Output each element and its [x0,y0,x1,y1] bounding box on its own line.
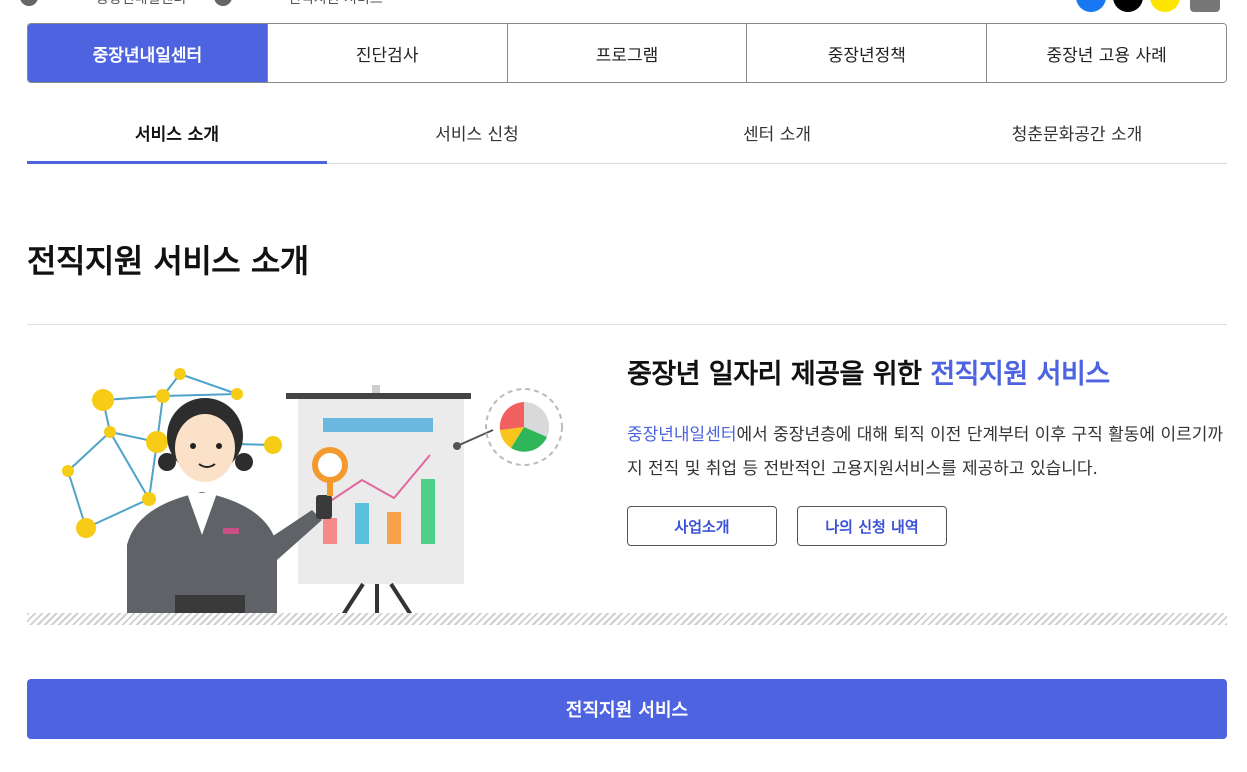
business-intro-button[interactable]: 사업소개 [627,506,777,546]
print-icon[interactable] [1190,0,1220,12]
sub-tab-bar: 서비스 소개 서비스 신청 센터 소개 청춘문화공간 소개 [27,101,1227,164]
intro-description: 중장년내일센터에서 중장년층에 대해 퇴직 이전 단계부터 이후 구직 활동에 … [627,418,1227,486]
presenter-illustration [27,340,587,617]
intro-center-name: 중장년내일센터 [627,425,737,445]
intro-heading-accent: 전직지원 서비스 [930,359,1110,390]
breadcrumb-item[interactable]: 중장년내일센터 [96,0,186,8]
tab-policy[interactable]: 중장년정책 [746,24,987,82]
divider [27,324,1227,325]
page-title: 전직지원 서비스 소개 [27,242,309,280]
subtab-center-intro[interactable]: 센터 소개 [627,101,927,163]
career-transition-service-button[interactable]: 전직지원 서비스 [27,679,1227,739]
home-icon[interactable] [20,0,38,6]
main-tab-bar: 중장년내일센터 진단검사 프로그램 중장년정책 중장년 고용 사례 [27,23,1227,83]
chevron-down-icon[interactable] [214,0,232,6]
tab-cases[interactable]: 중장년 고용 사례 [986,24,1226,82]
x-icon[interactable] [1113,0,1143,12]
breadcrumb: 중장년내일센터 전직지원 서비스 [0,0,1247,12]
my-applications-button[interactable]: 나의 신청 내역 [797,506,947,546]
intro-heading-plain: 중장년 일자리 제공을 위한 [627,359,931,390]
hatch-divider [27,613,1227,625]
breadcrumb-item[interactable]: 전직지원 서비스 [288,0,383,8]
kakaotalk-icon[interactable] [1150,0,1180,12]
tab-center[interactable]: 중장년내일센터 [28,24,267,82]
intro-heading: 중장년 일자리 제공을 위한 전직지원 서비스 [627,352,1110,391]
subtab-service-intro[interactable]: 서비스 소개 [27,101,327,164]
subtab-service-apply[interactable]: 서비스 신청 [327,101,627,163]
tab-diagnosis[interactable]: 진단검사 [266,24,507,82]
subtab-youth-space[interactable]: 청춘문화공간 소개 [927,101,1227,163]
tab-program[interactable]: 프로그램 [506,24,747,82]
facebook-icon[interactable] [1076,0,1106,12]
